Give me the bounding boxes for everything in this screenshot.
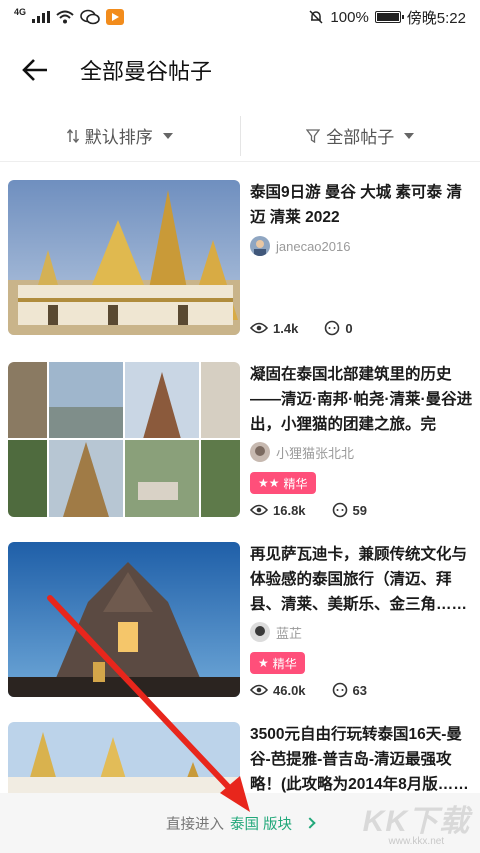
view-count: 1.4k xyxy=(250,321,298,336)
wechat-icon xyxy=(80,9,100,25)
post-item[interactable]: 再见萨瓦迪卡，兼顾传统文化与体验感的泰国旅行（清迈、拜县、清莱、美斯乐、金三角…… xyxy=(0,542,480,712)
sort-dropdown[interactable]: 默认排序 xyxy=(0,110,240,161)
status-left: 4G xyxy=(14,7,125,25)
comment-count: 59 xyxy=(332,502,367,518)
avatar xyxy=(250,236,270,256)
avatar xyxy=(250,442,270,462)
post-thumbnail xyxy=(8,722,240,793)
post-title: 3500元自由行玩转泰国16天-曼谷-芭提雅-普吉岛-清迈最强攻略！(此攻略为2… xyxy=(250,726,469,793)
author-name: 蓝芷 xyxy=(276,625,303,641)
author-name: 小狸猫张北北 xyxy=(276,445,355,461)
post-item[interactable]: 凝固在泰国北部建筑里的历史——清迈·南邦·帕尧·清莱·曼谷进出，小狸猫的团建之旅… xyxy=(0,362,480,532)
network-type: 4G xyxy=(14,7,27,17)
post-title: 凝固在泰国北部建筑里的历史——清迈·南邦·帕尧·清莱·曼谷进出，小狸猫的团建之旅… xyxy=(250,366,473,433)
post-author[interactable]: janecao2016 xyxy=(250,236,350,256)
video-app-icon xyxy=(106,9,125,25)
signal-icon xyxy=(32,11,51,23)
sort-icon xyxy=(66,128,79,143)
view-count: 16.8k xyxy=(250,503,306,518)
page-title: 全部曼谷帖子 xyxy=(80,59,213,84)
post-stats: 46.0k 63 xyxy=(250,682,393,698)
featured-badge: ★★ 精华 xyxy=(250,472,316,494)
post-stats: 16.8k 59 xyxy=(250,502,393,518)
watermark: KK下载 www.kkx.net xyxy=(363,796,470,847)
eye-icon xyxy=(250,322,268,334)
comment-count: 0 xyxy=(324,320,353,336)
header: 全部曼谷帖子 xyxy=(0,34,480,106)
featured-badge: ★ 精华 xyxy=(250,652,305,674)
post-author[interactable]: 蓝芷 xyxy=(250,622,302,642)
star-icon: ★★ xyxy=(258,476,280,490)
post-title: 再见萨瓦迪卡，兼顾传统文化与体验感的泰国旅行（清迈、拜县、清莱、美斯乐、金三角…… xyxy=(250,546,468,613)
chevron-right-icon xyxy=(304,817,316,829)
avatar xyxy=(250,622,270,642)
clock: 傍晚5:22 xyxy=(406,9,466,27)
battery-icon xyxy=(374,11,404,23)
filter-bar: 默认排序 全部帖子 xyxy=(0,110,480,162)
battery-percent: 100% xyxy=(330,8,369,26)
post-thumbnail xyxy=(8,542,240,697)
comment-count: 63 xyxy=(332,682,367,698)
post-thumbnail xyxy=(8,180,240,335)
back-arrow-icon xyxy=(22,59,47,81)
view-count: 46.0k xyxy=(250,683,306,698)
post-thumbnail xyxy=(8,362,240,517)
post-item[interactable]: 泰国9日游 曼谷 大城 素可泰 清迈 清莱 2022 janecao2016 1… xyxy=(0,180,480,350)
post-title: 泰国9日游 曼谷 大城 素可泰 清迈 清莱 2022 xyxy=(250,184,462,226)
comment-icon xyxy=(332,502,347,518)
filter-funnel-icon xyxy=(306,128,321,143)
eye-icon xyxy=(250,684,268,696)
eye-icon xyxy=(250,504,268,516)
watermark-logo: KK下载 xyxy=(362,805,470,838)
post-author[interactable]: 小狸猫张北北 xyxy=(250,442,354,462)
enter-forum-link[interactable]: 泰国 版块 xyxy=(230,813,292,834)
status-right: 100% 傍晚5:22 xyxy=(308,7,466,28)
wifi-icon xyxy=(56,10,74,24)
sort-label: 默认排序 xyxy=(84,128,153,147)
caret-down-icon xyxy=(404,132,415,139)
enter-forum-prefix: 直接进入 xyxy=(165,816,224,833)
comment-icon xyxy=(325,320,340,336)
author-name: janecao2016 xyxy=(276,238,351,254)
post-stats: 1.4k 0 xyxy=(250,320,379,336)
type-dropdown[interactable]: 全部帖子 xyxy=(241,110,480,161)
comment-icon xyxy=(332,682,347,698)
post-item[interactable]: 3500元自由行玩转泰国16天-曼谷-芭提雅-普吉岛-清迈最强攻略！(此攻略为2… xyxy=(0,722,480,793)
type-label: 全部帖子 xyxy=(326,128,395,147)
caret-down-icon xyxy=(162,132,173,139)
star-icon: ★ xyxy=(258,656,269,670)
back-button[interactable] xyxy=(0,34,70,106)
mute-bell-icon xyxy=(309,10,323,24)
status-bar: 4G 100% 傍晚5:22 xyxy=(0,0,480,34)
